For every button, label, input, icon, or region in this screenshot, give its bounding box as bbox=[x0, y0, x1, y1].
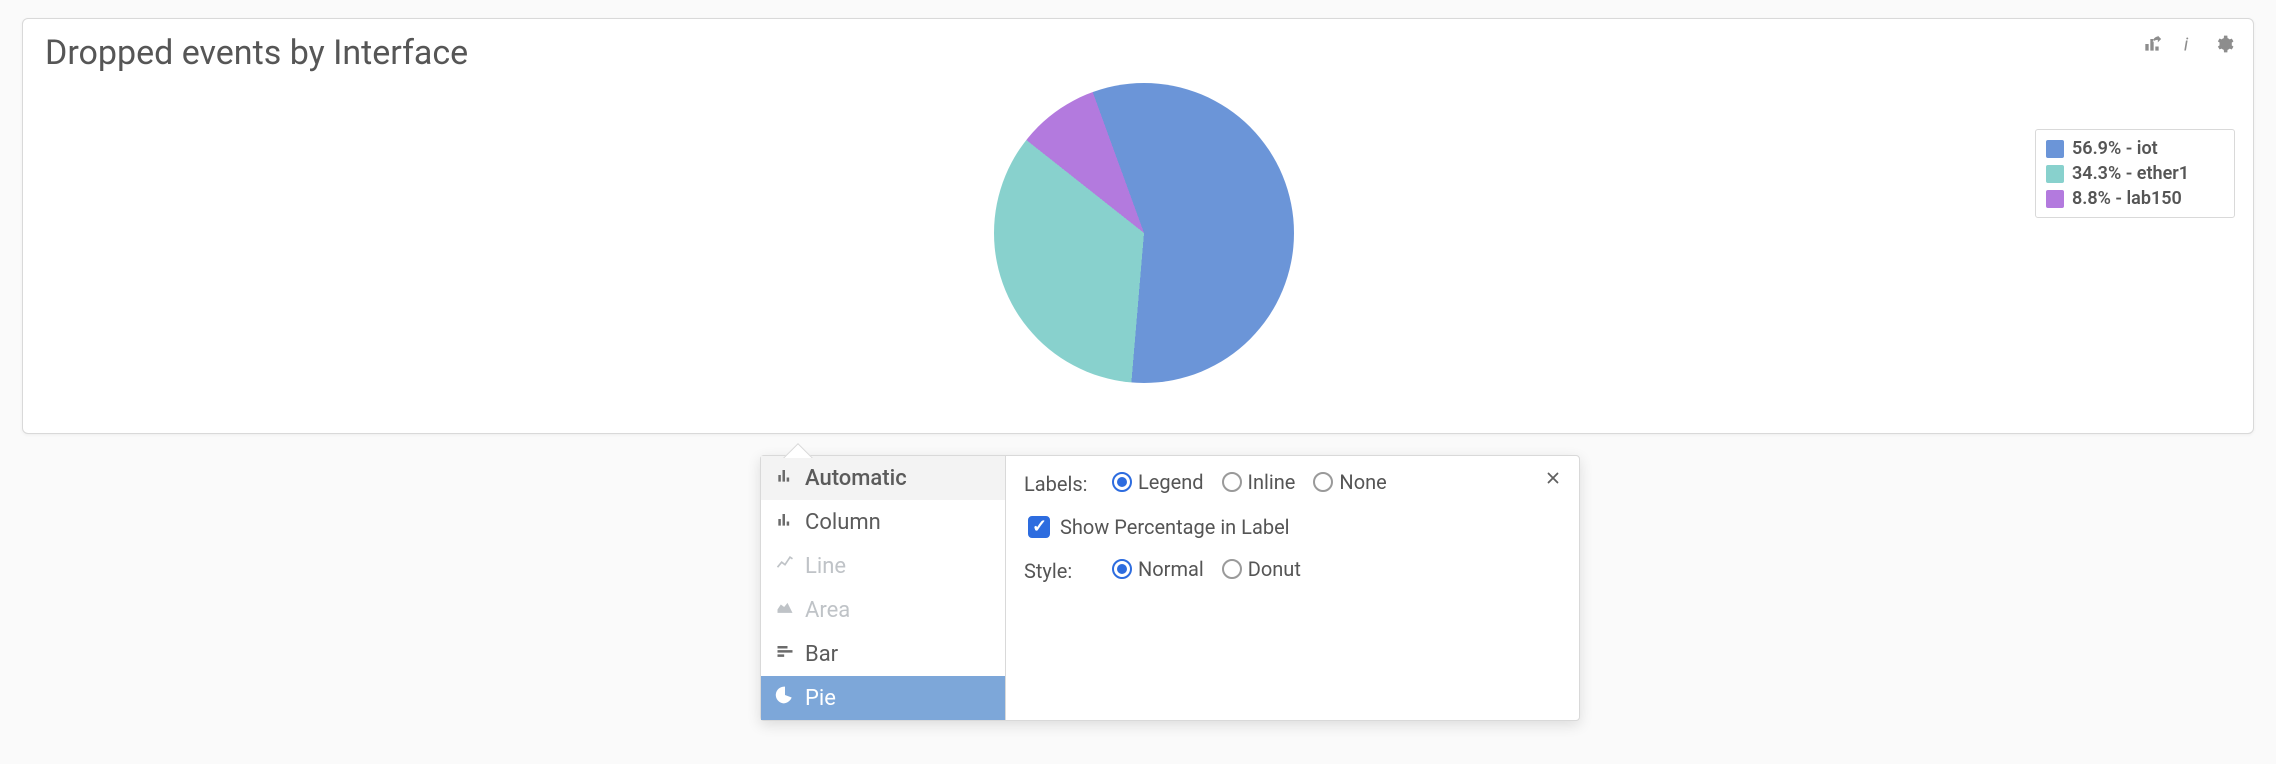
style-label: Style: bbox=[1024, 559, 1094, 583]
legend-swatch bbox=[2046, 190, 2064, 208]
legend-item[interactable]: 34.3% - ether1 bbox=[2046, 161, 2224, 186]
show-pct-row: Show Percentage in Label bbox=[1024, 513, 1561, 541]
legend-label: 34.3% - ether1 bbox=[2072, 163, 2189, 184]
share-icon[interactable] bbox=[2141, 33, 2163, 55]
chart-type-label: Automatic bbox=[805, 466, 907, 491]
area-icon bbox=[775, 597, 795, 623]
pie-chart bbox=[994, 83, 1294, 383]
chart-type-line: Line bbox=[761, 544, 1005, 588]
chart-type-label: Bar bbox=[805, 642, 838, 667]
labels-option-legend[interactable]: Legend bbox=[1112, 470, 1204, 494]
chart-type-label: Line bbox=[805, 554, 846, 579]
labels-option-label: Legend bbox=[1138, 470, 1204, 494]
column-icon bbox=[775, 465, 795, 491]
chart-legend: 56.9% - iot 34.3% - ether1 8.8% - lab150 bbox=[2035, 129, 2235, 218]
chart-type-column[interactable]: Column bbox=[761, 500, 1005, 544]
chart-type-label: Area bbox=[805, 598, 850, 623]
style-option-label: Normal bbox=[1138, 557, 1204, 581]
popover-caret bbox=[780, 440, 814, 458]
style-option-donut[interactable]: Donut bbox=[1222, 557, 1301, 581]
gear-icon[interactable] bbox=[2213, 33, 2235, 55]
style-row: Style: Normal Donut bbox=[1024, 557, 1561, 584]
chart-settings-popover: Automatic Column Line Area Bar Pie Labels: Le… bbox=[760, 455, 1580, 721]
legend-swatch bbox=[2046, 140, 2064, 158]
chart-panel: Dropped events by Interface i 56.9% - io… bbox=[22, 18, 2254, 434]
svg-text:i: i bbox=[2184, 35, 2189, 54]
labels-option-label: None bbox=[1339, 470, 1386, 494]
chart-type-area: Area bbox=[761, 588, 1005, 632]
labels-option-none[interactable]: None bbox=[1313, 470, 1386, 494]
line-icon bbox=[775, 553, 795, 579]
chart-type-pie[interactable]: Pie bbox=[761, 676, 1005, 720]
style-option-normal[interactable]: Normal bbox=[1112, 557, 1204, 581]
chart-type-bar[interactable]: Bar bbox=[761, 632, 1005, 676]
legend-swatch bbox=[2046, 165, 2064, 183]
labels-label: Labels: bbox=[1024, 472, 1094, 496]
style-option-label: Donut bbox=[1248, 557, 1301, 581]
chart-type-automatic[interactable]: Automatic bbox=[761, 456, 1005, 500]
legend-label: 56.9% - iot bbox=[2072, 138, 2158, 159]
show-percentage-checkbox[interactable]: Show Percentage in Label bbox=[1024, 513, 1290, 541]
legend-item[interactable]: 56.9% - iot bbox=[2046, 136, 2224, 161]
show-percentage-label: Show Percentage in Label bbox=[1060, 515, 1290, 539]
labels-option-label: Inline bbox=[1248, 470, 1296, 494]
pie-icon bbox=[775, 685, 795, 711]
chart-type-list: Automatic Column Line Area Bar Pie bbox=[761, 456, 1006, 720]
panel-actions: i bbox=[2141, 33, 2235, 55]
labels-option-inline[interactable]: Inline bbox=[1222, 470, 1296, 494]
chart-type-label: Column bbox=[805, 510, 881, 535]
labels-row: Labels: Legend Inline None bbox=[1024, 470, 1561, 497]
chart-type-label: Pie bbox=[805, 686, 836, 711]
legend-item[interactable]: 8.8% - lab150 bbox=[2046, 186, 2224, 211]
column-icon bbox=[775, 509, 795, 535]
legend-label: 8.8% - lab150 bbox=[2072, 188, 2182, 209]
panel-title: Dropped events by Interface bbox=[45, 33, 468, 73]
info-icon[interactable]: i bbox=[2177, 33, 2199, 55]
bar-icon bbox=[775, 641, 795, 667]
close-icon[interactable] bbox=[1541, 466, 1565, 490]
